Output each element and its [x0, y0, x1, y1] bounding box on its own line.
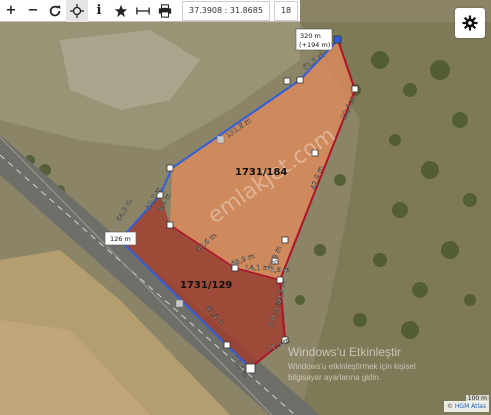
elevation-callout-left: 126 m	[104, 231, 137, 246]
measure-icon	[136, 7, 150, 14]
locate-button[interactable]	[66, 0, 88, 22]
svg-text:126 m: 126 m	[110, 235, 131, 243]
gear-icon	[462, 15, 478, 31]
print-button[interactable]	[154, 0, 176, 22]
windows-activation-line1: Windows'u etkinleştirmek için kişisel	[288, 362, 416, 371]
svg-text:320 m: 320 m	[300, 32, 321, 40]
zoom-level-readout: 18	[273, 0, 299, 21]
zoom-in-button[interactable]: +	[0, 0, 22, 22]
info-button[interactable]: i	[88, 0, 110, 22]
refresh-button[interactable]	[44, 0, 66, 22]
windows-activation-line2: bilgisayar ayarlarına gidin.	[288, 373, 381, 382]
landmark-marker	[175, 299, 184, 308]
settings-button[interactable]	[455, 8, 485, 38]
map-attribution[interactable]: © HGM Atlas	[444, 401, 489, 412]
favorite-button[interactable]	[110, 0, 132, 22]
star-icon	[114, 4, 128, 17]
coordinate-readout[interactable]: 37.3908 : 31.8685	[182, 0, 270, 21]
satellite-map[interactable]: 12,3 m8,4 m42,6 m131,8 m66,9 m14,1 m 1,6 …	[0, 0, 491, 415]
svg-text:(+194 m): (+194 m)	[299, 41, 330, 49]
landmark-marker	[216, 135, 225, 144]
map-toolbar: + − i 37.3908 : 31.8685 18	[0, 0, 300, 22]
printer-icon	[158, 3, 172, 18]
zoom-out-button[interactable]: −	[22, 0, 44, 22]
parcel-label-184: 1731/184	[235, 167, 287, 178]
parcel-label-129: 1731/129	[180, 280, 232, 291]
refresh-icon	[49, 5, 61, 16]
crosshair-icon	[70, 3, 84, 18]
attribution-link[interactable]: HGM Atlas	[455, 403, 486, 410]
elevation-callout-top: 320 m (+194 m)	[295, 28, 333, 51]
edge-length-label: 14,1 m	[245, 264, 270, 272]
windows-activation-title: Windows'u Etkinleştir	[288, 345, 401, 359]
measure-button[interactable]	[132, 0, 154, 22]
